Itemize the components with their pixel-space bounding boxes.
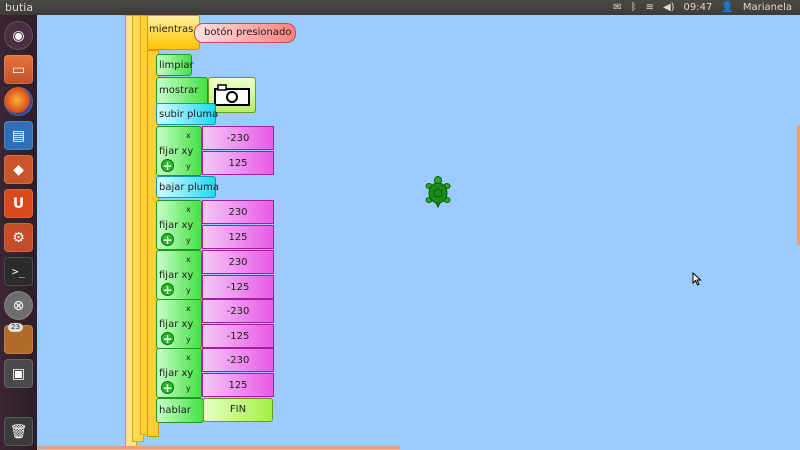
wifi-icon[interactable]: ≋: [646, 0, 654, 15]
mail-icon[interactable]: ✉: [613, 0, 621, 15]
top-panel: butia ✉ ᛒ ≋ ◀) 09:47 👤 Marianela: [0, 0, 800, 15]
clear-block[interactable]: limpiar: [156, 54, 194, 76]
speak-label: hablar: [159, 405, 191, 416]
y-value[interactable]: 125: [202, 225, 274, 249]
horizontal-scroll-indicator[interactable]: [37, 446, 400, 449]
window-title: butia: [5, 1, 34, 14]
show-block[interactable]: mostrar: [156, 77, 208, 105]
show-label: mostrar: [159, 85, 199, 96]
turtle-app-icon[interactable]: 23: [4, 323, 33, 354]
x-value[interactable]: -230: [202, 348, 274, 372]
volume-icon[interactable]: ◀): [663, 0, 675, 15]
x-value[interactable]: -230: [202, 299, 274, 323]
x-value[interactable]: -230: [202, 126, 274, 150]
y-value[interactable]: 125: [202, 151, 274, 175]
document-icon[interactable]: ▤: [4, 121, 33, 150]
ubuntu-logo-icon[interactable]: ◉: [4, 21, 33, 50]
pen-up-block[interactable]: subir pluma: [156, 103, 219, 125]
x-value[interactable]: 230: [202, 200, 274, 224]
y-value[interactable]: -125: [202, 324, 274, 348]
setxy-block[interactable]: x fijar xy + y: [156, 126, 202, 176]
y-value[interactable]: -125: [202, 275, 274, 299]
turtle-icon[interactable]: [425, 176, 451, 208]
while-label: mientras: [149, 24, 194, 35]
while-block[interactable]: mientras: [147, 15, 200, 50]
expand-icon[interactable]: +: [161, 381, 174, 394]
condition-block[interactable]: botón presionado: [194, 23, 296, 43]
setxy-block[interactable]: x fijar xy + y: [156, 348, 202, 398]
gear-icon[interactable]: ⚙: [4, 223, 33, 252]
clock[interactable]: 09:47: [684, 0, 713, 15]
pen-down-block[interactable]: bajar pluma: [156, 176, 220, 198]
setxy-block[interactable]: x fijar xy + y: [156, 299, 202, 349]
ubuntu-one-icon[interactable]: U: [4, 189, 33, 218]
turtle-canvas[interactable]: mientras botón presionado limpiar mostra…: [37, 15, 800, 450]
x-value[interactable]: 230: [202, 250, 274, 274]
trash-icon[interactable]: 🗑: [4, 417, 33, 446]
launcher: ◉ ▭ ▤ ◆ U ⚙ >_ ⊗ 23 ▣ 🗑: [0, 15, 37, 450]
shopping-bag-icon[interactable]: ◆: [4, 155, 33, 184]
firefox-icon[interactable]: [4, 87, 33, 116]
speak-block[interactable]: hablar: [156, 398, 204, 423]
system-tray: ✉ ᛒ ≋ ◀) 09:47 👤 Marianela: [613, 0, 792, 15]
expand-icon[interactable]: +: [161, 159, 174, 172]
xo-icon[interactable]: ⊗: [4, 291, 33, 320]
bluetooth-icon[interactable]: ᛒ: [631, 0, 637, 15]
speak-text-block[interactable]: FIN: [203, 398, 273, 422]
setxy-block[interactable]: x fijar xy + y: [156, 200, 202, 250]
y-value[interactable]: 125: [202, 373, 274, 397]
terminal-icon[interactable]: >_: [4, 257, 33, 286]
folder-icon[interactable]: ▭: [4, 55, 33, 84]
notification-badge: 23: [8, 323, 23, 332]
condition-label: botón presionado: [204, 27, 292, 38]
setxy-block[interactable]: x fijar xy + y: [156, 250, 202, 300]
pen-down-label: bajar pluma: [159, 182, 220, 193]
expand-icon[interactable]: +: [161, 283, 174, 296]
expand-icon[interactable]: +: [161, 332, 174, 345]
camera-icon: [214, 84, 250, 106]
mouse-cursor-icon: [692, 272, 702, 286]
clear-label: limpiar: [159, 60, 194, 71]
user-name[interactable]: Marianela: [743, 0, 792, 15]
expand-icon[interactable]: +: [161, 233, 174, 246]
pen-up-label: subir pluma: [159, 109, 219, 120]
workspace-icon[interactable]: ▣: [4, 359, 33, 388]
user-icon[interactable]: 👤: [721, 0, 733, 15]
